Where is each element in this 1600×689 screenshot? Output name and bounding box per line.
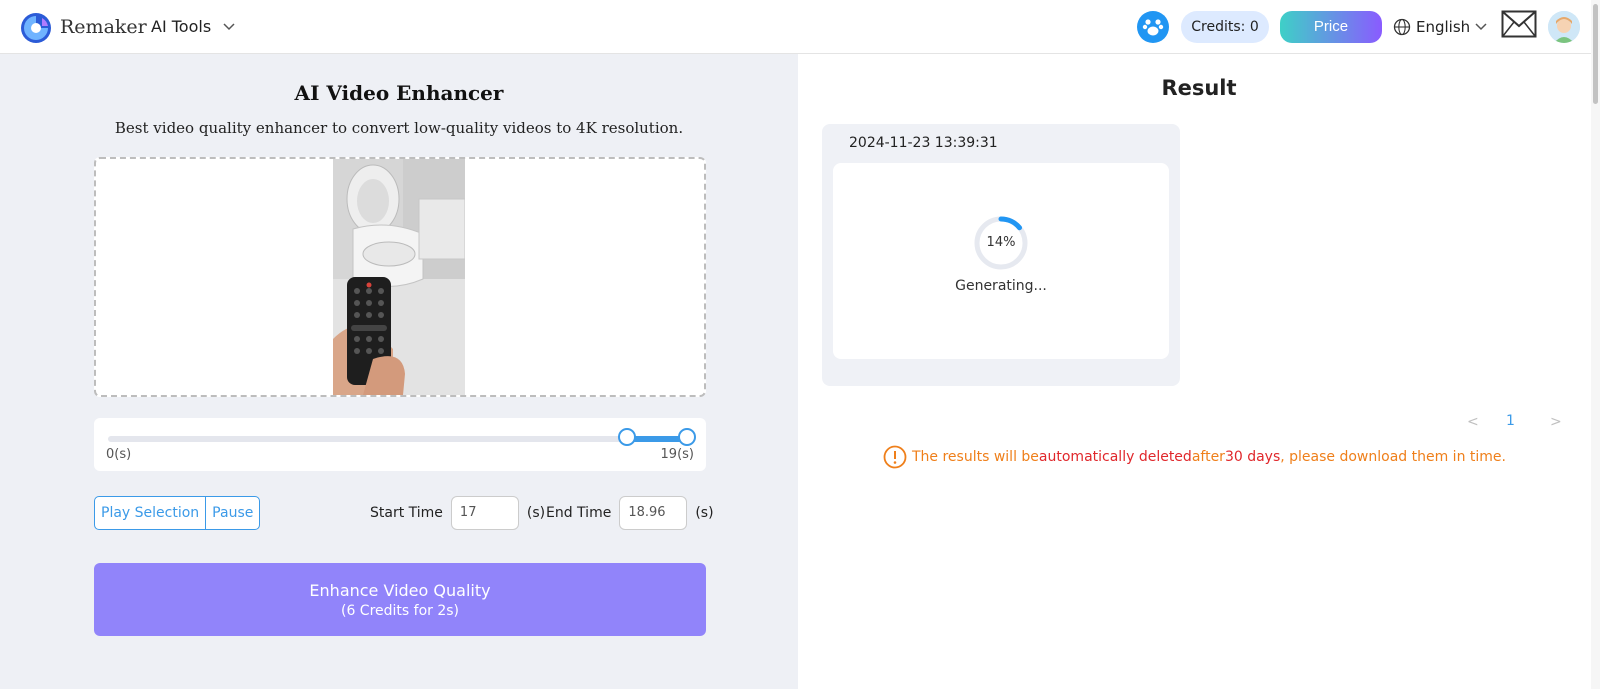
start-time-group: Start Time (s) [370, 495, 545, 530]
end-time-unit: (s) [695, 504, 714, 521]
video-preview[interactable] [333, 159, 465, 395]
timeline-start-label: 0(s) [106, 447, 132, 462]
enhance-button-cost: (6 Credits for 2s) [340, 602, 460, 619]
playback-controls: Play Selection Pause [94, 496, 261, 530]
generating-status: Generating... [955, 278, 1047, 294]
start-time-unit: (s) [526, 504, 546, 521]
end-time-group: End Time (s) [546, 495, 714, 530]
pager-next-button[interactable]: > [1550, 414, 1562, 430]
pager-page-1[interactable]: 1 [1506, 413, 1515, 429]
end-time-input[interactable] [619, 495, 688, 530]
language-selector[interactable]: English [1393, 18, 1487, 36]
remaker-logo-icon[interactable] [20, 12, 52, 44]
community-icon [1142, 19, 1164, 36]
deletion-notice: The results will be automatically delete… [883, 445, 1506, 469]
notice-part1: The results will be [912, 449, 1039, 465]
brand-name[interactable]: Remaker [60, 16, 147, 38]
progress-percent: 14% [986, 235, 1016, 250]
globe-icon [1393, 18, 1411, 36]
chevron-down-icon [1475, 23, 1487, 31]
page-subtitle: Best video quality enhancer to convert l… [114, 119, 684, 137]
result-preview: 14% Generating... [833, 163, 1169, 359]
play-selection-button[interactable]: Play Selection [95, 497, 205, 529]
selection-end-handle[interactable] [677, 428, 696, 446]
mail-icon[interactable] [1501, 10, 1537, 38]
price-button[interactable]: Price [1280, 11, 1382, 43]
end-time-label: End Time [546, 504, 612, 521]
timeline-end-label: 19(s) [660, 447, 694, 462]
result-card[interactable]: 2024-11-23 13:39:31 14% Generating... [822, 124, 1180, 386]
video-preview-image [333, 159, 465, 395]
notice-part4: 30 days [1224, 449, 1281, 465]
result-timestamp: 2024-11-23 13:39:31 [849, 135, 998, 151]
notice-part5: , please download them in time. [1280, 449, 1506, 465]
avatar-icon [1548, 11, 1580, 43]
pause-button[interactable]: Pause [206, 497, 259, 529]
timeline-slider[interactable]: 0(s) 19(s) [94, 418, 706, 471]
pager-prev-button[interactable]: < [1467, 414, 1479, 430]
start-time-label: Start Time [370, 504, 443, 521]
page-scrollbar-thumb[interactable] [1593, 4, 1598, 104]
ai-tools-menu[interactable]: AI Tools [151, 17, 235, 36]
timeline-track[interactable] [108, 436, 688, 442]
enhance-button-label: Enhance Video Quality [309, 580, 491, 600]
page-title: AI Video Enhancer [294, 81, 504, 105]
top-header: Remaker AI Tools Credits: 0 Price Englis… [0, 0, 1600, 54]
result-title: Result [1161, 76, 1237, 100]
credits-badge[interactable]: Credits: 0 [1181, 11, 1269, 43]
result-panel: Result 2024-11-23 13:39:31 14% Generatin… [798, 54, 1600, 689]
notice-part2: automatically deleted [1038, 449, 1192, 465]
community-button[interactable] [1137, 11, 1169, 43]
chevron-down-icon [223, 22, 235, 30]
enhance-video-button[interactable]: Enhance Video Quality (6 Credits for 2s) [94, 563, 706, 636]
ai-tools-label: AI Tools [151, 17, 212, 36]
notice-part3: after [1191, 449, 1225, 465]
warning-icon [883, 445, 907, 469]
enhancer-panel: AI Video Enhancer Best video quality enh… [0, 54, 798, 689]
start-time-input[interactable] [450, 495, 519, 530]
selection-start-handle[interactable] [617, 428, 636, 446]
language-label: English [1416, 18, 1471, 36]
avatar[interactable] [1548, 11, 1580, 43]
video-upload-area[interactable] [94, 157, 706, 397]
